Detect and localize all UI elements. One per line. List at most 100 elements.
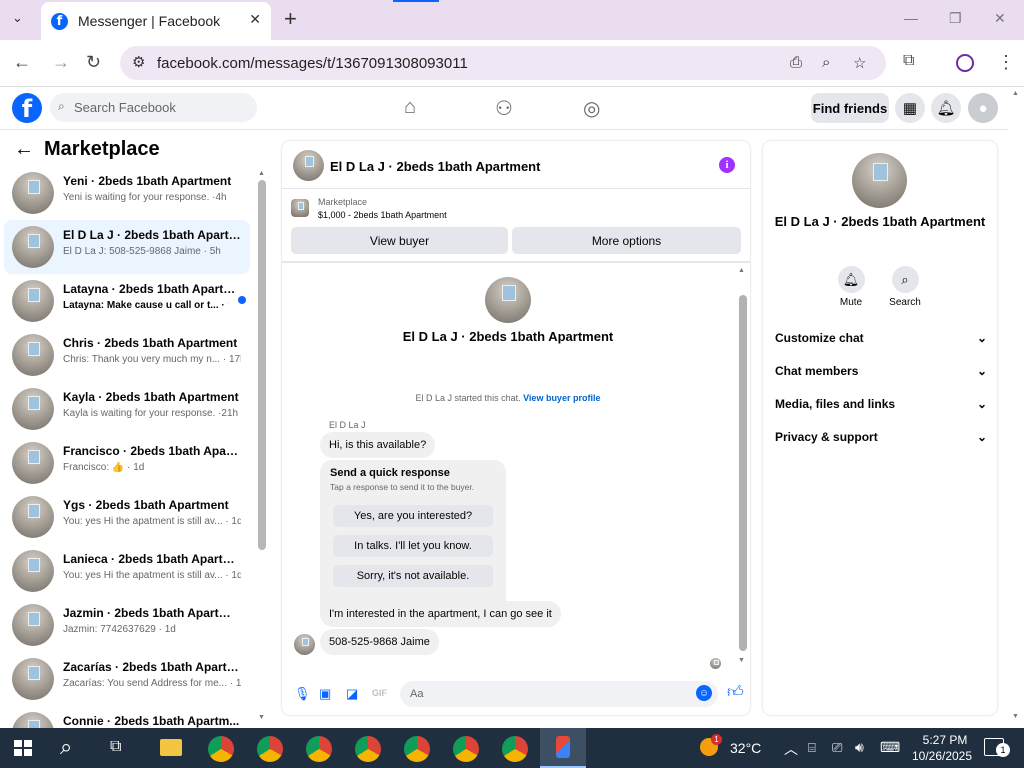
- back-arrow-icon[interactable]: ←: [13, 52, 31, 73]
- media-files-links-section[interactable]: Media, files and links ⌄: [775, 394, 987, 414]
- info-icon[interactable]: i: [719, 157, 735, 173]
- view-buyer-profile-link[interactable]: View buyer profile: [523, 393, 600, 403]
- close-tab-icon[interactable]: ✕: [249, 11, 261, 28]
- more-options-button[interactable]: More options: [512, 227, 741, 254]
- scroll-down-arrow-icon[interactable]: ▼: [258, 714, 265, 721]
- scroll-up-arrow-icon[interactable]: ▲: [738, 267, 745, 274]
- chrome-profile-icon[interactable]: [257, 736, 283, 762]
- quick-reply-button[interactable]: Sorry, it's not available.: [333, 565, 493, 587]
- contact-avatar[interactable]: [852, 153, 907, 208]
- sidebar-scrollbar[interactable]: [258, 180, 266, 550]
- scroll-down-arrow-icon[interactable]: ▼: [738, 657, 745, 664]
- conversation-item[interactable]: Ygs · 2beds 1bath Apartment You: yes Hi …: [4, 490, 250, 544]
- chrome-profile-icon[interactable]: [355, 736, 381, 762]
- tab-title: Messenger | Facebook: [78, 13, 221, 29]
- thumbs-up-icon[interactable]: 👍︎: [727, 683, 744, 702]
- close-window-button[interactable]: ✕: [994, 10, 1006, 27]
- chrome-profile-icon[interactable]: [453, 736, 479, 762]
- view-buyer-button[interactable]: View buyer: [291, 227, 508, 254]
- conversation-item[interactable]: Connie · 2beds 1bath Apartm...: [4, 706, 250, 728]
- contact-avatar[interactable]: [485, 277, 531, 323]
- chrome-profile-icon[interactable]: [306, 736, 332, 762]
- photo-icon[interactable]: ▣: [319, 686, 331, 702]
- file-explorer-icon[interactable]: [160, 739, 182, 756]
- chrome-profile-icon[interactable]: [404, 736, 430, 762]
- search-button[interactable]: ⌕ Search: [875, 266, 935, 308]
- back-arrow-icon[interactable]: ←: [14, 138, 34, 160]
- url-bar[interactable]: ⚙ facebook.com/messages/t/13670913080930…: [120, 46, 886, 80]
- conversation-item[interactable]: Latayna · 2beds 1bath Apartm... Latayna:…: [4, 274, 250, 328]
- quick-reply-button[interactable]: In talks. I'll let you know.: [333, 535, 493, 557]
- conversation-item[interactable]: Lanieca · 2beds 1bath Apartment You: yes…: [4, 544, 250, 598]
- listing-title[interactable]: $1,000 - 2beds 1bath Apartment: [318, 210, 447, 220]
- customize-chat-section[interactable]: Customize chat ⌄: [775, 328, 987, 348]
- clock-date[interactable]: 10/26/2025: [907, 749, 977, 763]
- message-bubble[interactable]: 508-525-9868 Jaime: [320, 629, 439, 655]
- conversation-item[interactable]: Yeni · 2beds 1bath Apartment Yeni is wai…: [4, 166, 250, 220]
- volume-icon[interactable]: 🔊︎: [855, 739, 864, 756]
- facebook-logo-icon[interactable]: f: [12, 93, 42, 123]
- profile-icon[interactable]: [956, 54, 974, 72]
- restore-button[interactable]: ❐: [949, 10, 962, 27]
- chevron-up-icon[interactable]: ︿: [784, 739, 798, 759]
- scroll-up-arrow-icon[interactable]: ▲: [1012, 90, 1019, 97]
- forward-arrow-icon[interactable]: →: [52, 52, 70, 73]
- conversation-item[interactable]: Francisco · 2beds 1bath Apartm... Franci…: [4, 436, 250, 490]
- privacy-support-section[interactable]: Privacy & support ⌄: [775, 427, 987, 447]
- message-bubble[interactable]: I'm interested in the apartment, I can g…: [320, 601, 561, 627]
- sender-avatar[interactable]: [294, 634, 315, 655]
- chat-title[interactable]: El D La J · 2beds 1bath Apartment: [330, 159, 540, 174]
- microphone-icon[interactable]: 🎙︎: [294, 686, 311, 702]
- home-icon[interactable]: ⌂: [404, 96, 416, 119]
- conversation-item[interactable]: Zacarías · 2beds 1bath Apartment Zacaría…: [4, 652, 250, 706]
- tab-search-button[interactable]: ⌄: [12, 10, 23, 26]
- message-bubble[interactable]: Hi, is this available?: [320, 432, 436, 458]
- keyboard-icon[interactable]: ⌨: [880, 739, 900, 756]
- conversation-item[interactable]: Jazmin · 2beds 1bath Apartment Jazmin: 7…: [4, 598, 250, 652]
- friends-icon[interactable]: ⚇: [495, 96, 513, 121]
- groups-icon[interactable]: ◎: [583, 96, 600, 121]
- gif-icon[interactable]: GIF: [372, 688, 387, 698]
- emoji-icon[interactable]: ☺: [696, 685, 712, 701]
- message-input[interactable]: Aa ☺: [400, 681, 718, 707]
- listing-thumbnail[interactable]: [291, 199, 309, 217]
- site-settings-icon[interactable]: ⚙: [132, 53, 145, 71]
- minimize-button[interactable]: —: [904, 10, 918, 26]
- browser-menu-icon[interactable]: ⋮: [997, 52, 1015, 73]
- account-avatar[interactable]: ●: [968, 93, 998, 123]
- extensions-icon[interactable]: ⧉: [903, 52, 914, 70]
- temperature[interactable]: 32°C: [730, 740, 761, 756]
- conversation-item[interactable]: Kayla · 2beds 1bath Apartment Kayla is w…: [4, 382, 250, 436]
- install-app-icon[interactable]: ⎙: [790, 54, 802, 71]
- sticker-icon[interactable]: ◪: [346, 686, 358, 702]
- quick-reply-button[interactable]: Yes, are you interested?: [333, 505, 493, 527]
- page-scrollbar[interactable]: ▲ ▼: [1008, 88, 1024, 728]
- task-view-icon[interactable]: ⧉: [110, 738, 121, 756]
- bookmark-star-icon[interactable]: ☆: [853, 54, 866, 72]
- notifications-bell-icon[interactable]: 🔔︎: [931, 93, 961, 123]
- active-app-highlight[interactable]: [540, 728, 586, 768]
- new-tab-button[interactable]: +: [284, 8, 297, 30]
- chrome-profile-icon[interactable]: [208, 736, 234, 762]
- conversation-name: Kayla · 2beds 1bath Apartment: [63, 390, 239, 404]
- mute-button[interactable]: 🔔︎ Mute: [821, 266, 881, 308]
- chrome-profile-icon[interactable]: [502, 736, 528, 762]
- network-icon[interactable]: ⎚: [832, 740, 842, 756]
- scroll-down-arrow-icon[interactable]: ▼: [1012, 713, 1019, 720]
- chat-members-section[interactable]: Chat members ⌄: [775, 361, 987, 381]
- clock-time[interactable]: 5:27 PM: [915, 733, 975, 747]
- facebook-search-input[interactable]: ⌕ Search Facebook: [50, 93, 257, 122]
- find-friends-button[interactable]: Find friends: [811, 93, 889, 123]
- search-icon[interactable]: ⌕: [60, 734, 72, 760]
- windows-start-icon[interactable]: [14, 740, 32, 756]
- zoom-icon[interactable]: ⌕: [822, 54, 830, 71]
- conversation-item[interactable]: Chris · 2beds 1bath Apartment Chris: Tha…: [4, 328, 250, 382]
- meet-now-icon[interactable]: ⌸: [808, 740, 816, 756]
- reload-icon[interactable]: ↻: [86, 52, 101, 73]
- chat-scrollbar[interactable]: [739, 295, 747, 651]
- menu-grid-icon[interactable]: ▦: [895, 93, 925, 123]
- browser-tab-messenger[interactable]: f Messenger | Facebook ✕: [41, 2, 271, 40]
- scroll-up-arrow-icon[interactable]: ▲: [258, 170, 265, 177]
- chat-avatar[interactable]: [293, 150, 324, 181]
- conversation-item-active[interactable]: El D La J · 2beds 1bath Apartment El D L…: [4, 220, 250, 274]
